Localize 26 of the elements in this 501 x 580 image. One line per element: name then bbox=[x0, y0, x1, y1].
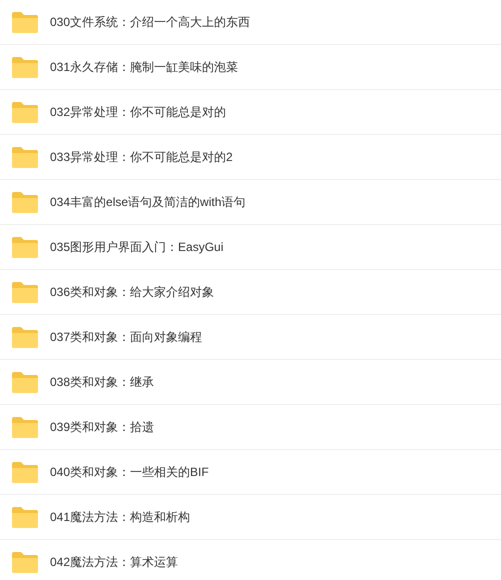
folder-name[interactable]: 041魔法方法：构造和析构 bbox=[50, 508, 190, 526]
folder-icon bbox=[12, 416, 38, 438]
folder-icon bbox=[12, 551, 38, 573]
folder-name[interactable]: 032异常处理：你不可能总是对的 bbox=[50, 103, 226, 121]
folder-icon bbox=[12, 326, 38, 348]
folder-name[interactable]: 037类和对象：面向对象编程 bbox=[50, 328, 202, 346]
folder-icon bbox=[12, 506, 38, 528]
folder-icon bbox=[12, 236, 38, 258]
folder-icon bbox=[12, 371, 38, 393]
folder-name[interactable]: 038类和对象：继承 bbox=[50, 373, 154, 391]
folder-icon bbox=[12, 461, 38, 483]
folder-icon bbox=[12, 56, 38, 78]
folder-name[interactable]: 031永久存储：腌制一缸美味的泡菜 bbox=[50, 58, 238, 76]
folder-name[interactable]: 033异常处理：你不可能总是对的2 bbox=[50, 148, 233, 166]
folder-icon bbox=[12, 146, 38, 168]
folder-icon bbox=[12, 11, 38, 33]
folder-name[interactable]: 040类和对象：一些相关的BIF bbox=[50, 463, 209, 481]
folder-name[interactable]: 039类和对象：拾遗 bbox=[50, 418, 154, 436]
folder-icon bbox=[12, 101, 38, 123]
folder-name[interactable]: 035图形用户界面入门：EasyGui bbox=[50, 238, 224, 256]
folder-name[interactable]: 034丰富的else语句及简洁的with语句 bbox=[50, 193, 246, 211]
folder-name[interactable]: 030文件系统：介绍一个高大上的东西 bbox=[50, 13, 250, 31]
folder-name[interactable]: 042魔法方法：算术运算 bbox=[50, 553, 178, 571]
folder-icon bbox=[12, 191, 38, 213]
folder-icon bbox=[12, 281, 38, 303]
folder-name[interactable]: 036类和对象：给大家介绍对象 bbox=[50, 283, 214, 301]
